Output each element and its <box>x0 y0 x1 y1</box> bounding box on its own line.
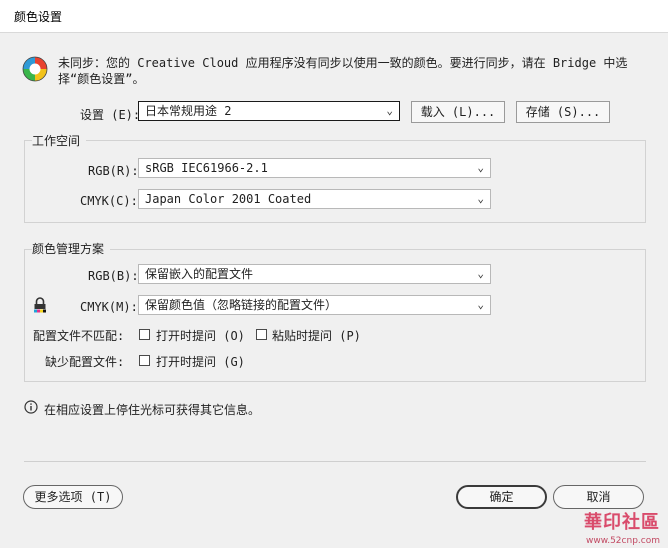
missing-profile-label: 缺少配置文件: <box>45 355 125 369</box>
load-button[interactable]: 载入 (L)... <box>411 101 505 123</box>
ask-when-opening-label: 打开时提问 (O) <box>156 329 245 343</box>
cm-cmyk-value: 保留颜色值（忽略链接的配置文件） <box>145 298 338 312</box>
missing-ask-when-opening-label: 打开时提问 (G) <box>156 355 245 369</box>
lock-icon <box>34 297 46 313</box>
cancel-button[interactable]: 取消 <box>553 485 644 509</box>
title-bar: 颜色设置 <box>0 0 668 33</box>
ws-cmyk-value: Japan Color 2001 Coated <box>145 192 312 206</box>
ws-rgb-value: sRGB IEC61966-2.1 <box>145 161 268 175</box>
ws-rgb-label: RGB(R): <box>88 164 139 178</box>
chevron-down-icon: ⌄ <box>477 267 484 280</box>
settings-select[interactable]: 日本常规用途 2 ⌄ <box>138 101 400 121</box>
ask-when-opening-checkbox[interactable] <box>139 329 150 340</box>
chevron-down-icon: ⌄ <box>386 104 393 117</box>
watermark-url: www.52cnp.com <box>585 536 660 546</box>
watermark-logo: 華印社區 <box>584 512 660 533</box>
info-icon <box>24 400 38 414</box>
cm-rgb-value: 保留嵌入的配置文件 <box>145 267 254 281</box>
profile-mismatch-label: 配置文件不匹配: <box>33 329 125 343</box>
chevron-down-icon: ⌄ <box>477 298 484 311</box>
save-button[interactable]: 存储 (S)... <box>516 101 610 123</box>
ws-cmyk-select[interactable]: Japan Color 2001 Coated ⌄ <box>138 189 491 209</box>
settings-label: 设置 (E): <box>80 108 141 122</box>
ask-when-pasting-checkbox[interactable] <box>256 329 267 340</box>
cm-cmyk-select[interactable]: 保留颜色值（忽略链接的配置文件） ⌄ <box>138 295 491 315</box>
working-spaces-title: 工作空间 <box>32 132 87 149</box>
ws-cmyk-label: CMYK(C): <box>80 194 138 208</box>
color-wheel-icon <box>22 56 48 82</box>
ask-when-pasting-label: 粘贴时提问 (P) <box>272 329 361 343</box>
cm-rgb-label: RGB(B): <box>88 269 139 283</box>
color-management-title: 颜色管理方案 <box>32 240 111 257</box>
divider <box>24 461 646 462</box>
info-text: 在相应设置上停住光标可获得其它信息。 <box>44 403 261 417</box>
working-spaces-group <box>24 140 646 223</box>
sync-message: 未同步：您的 Creative Cloud 应用程序没有同步以使用一致的颜色。要… <box>58 56 628 86</box>
ws-rgb-select[interactable]: sRGB IEC61966-2.1 ⌄ <box>138 158 491 178</box>
ok-button[interactable]: 确定 <box>456 485 547 509</box>
cm-cmyk-label: CMYK(M): <box>80 300 138 314</box>
cm-rgb-select[interactable]: 保留嵌入的配置文件 ⌄ <box>138 264 491 284</box>
settings-value: 日本常规用途 2 <box>145 104 232 118</box>
chevron-down-icon: ⌄ <box>477 161 484 174</box>
chevron-down-icon: ⌄ <box>477 192 484 205</box>
more-options-button[interactable]: 更多选项 (T) <box>23 485 123 509</box>
missing-ask-when-opening-checkbox[interactable] <box>139 355 150 366</box>
window-title: 颜色设置 <box>14 10 63 24</box>
